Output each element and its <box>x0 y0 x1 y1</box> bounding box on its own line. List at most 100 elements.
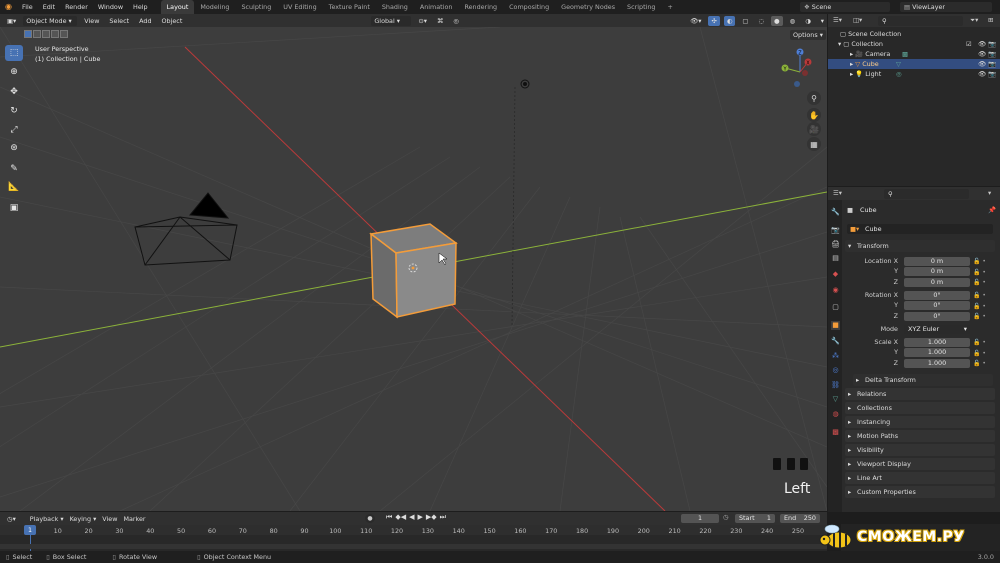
prev-keyframe-icon[interactable]: ◆◀ <box>395 513 406 522</box>
mode-dropdown[interactable]: Object Mode ▾ <box>23 15 78 26</box>
timeline-body[interactable]: 10 20 30 40 50 60 70 80 90 100 110 120 130 140 150 160 1… <box>0 525 827 551</box>
lock-icon[interactable]: 🔓 • <box>973 359 986 370</box>
menu-keying[interactable]: Keying ▾ <box>67 514 100 524</box>
lock-icon[interactable]: 🔓 • <box>973 349 986 360</box>
tab-rendering[interactable]: Rendering <box>458 0 503 14</box>
tab-texture-paint[interactable]: Texture Paint <box>323 0 376 14</box>
menu-render[interactable]: Render <box>60 0 93 14</box>
move-tool-icon[interactable]: ✥ <box>5 84 23 100</box>
select-subtract-icon[interactable] <box>42 30 50 38</box>
outliner-search-field[interactable]: ⚲ <box>878 15 963 26</box>
pan-hand-icon[interactable]: ✋ <box>807 108 821 122</box>
outliner-editor-icon[interactable]: ☰▾ <box>833 16 842 24</box>
tab-shading[interactable]: Shading <box>376 0 414 14</box>
rotation-y-field[interactable]: 0° <box>904 301 970 310</box>
hide-eye-icon[interactable]: 👁 <box>978 69 986 79</box>
xray-icon[interactable]: ▢ <box>739 16 751 26</box>
start-frame-field[interactable]: Start 1 <box>735 514 775 523</box>
delta-transform-subpanel[interactable]: ▸ Delta Transform <box>853 374 993 386</box>
tab-scripting[interactable]: Scripting <box>621 0 661 14</box>
outliner-scene-collection[interactable]: ▢ Scene Collection <box>828 29 1000 39</box>
grid-perspective-icon[interactable]: ▦ <box>807 137 821 151</box>
jump-start-icon[interactable]: ⏮ <box>386 513 392 522</box>
material-shading-icon[interactable]: ◍ <box>787 16 799 26</box>
outliner-row-collection[interactable]: ▾ ▢ Collection ☑ 👁 📷 <box>828 39 1000 49</box>
tab-geometry-nodes[interactable]: Geometry Nodes <box>555 0 621 14</box>
visibility-icon[interactable]: 👁▾ <box>687 16 704 26</box>
display-mode-icon[interactable]: ◫▾ <box>853 16 862 24</box>
hide-eye-icon[interactable]: 👁 <box>978 49 986 59</box>
rendered-shading-icon[interactable]: ◑ <box>802 16 814 26</box>
world-tab-icon[interactable]: ◉ <box>831 286 840 295</box>
annotate-tool-icon[interactable]: ✎ <box>5 161 23 177</box>
location-z-field[interactable]: 0 m <box>904 278 970 287</box>
render-camera-icon[interactable]: 📷 <box>988 49 996 59</box>
play-icon[interactable]: ▶ <box>417 513 422 522</box>
menu-timeline-view[interactable]: View <box>99 514 120 524</box>
tab-compositing[interactable]: Compositing <box>503 0 555 14</box>
rotation-x-field[interactable]: 0° <box>904 291 970 300</box>
render-camera-icon[interactable]: 📷 <box>988 69 996 79</box>
menu-view[interactable]: View <box>81 16 102 26</box>
pin-icon[interactable]: 📌 <box>988 206 996 214</box>
physics-tab-icon[interactable]: ◎ <box>831 366 840 375</box>
scale-y-field[interactable]: 1.000 <box>904 348 970 357</box>
location-y-field[interactable]: 0 m <box>904 267 970 276</box>
rotate-tool-icon[interactable]: ↻ <box>5 103 23 119</box>
record-button[interactable]: ● <box>365 514 375 523</box>
lock-icon[interactable]: 🔓 • <box>973 257 986 268</box>
add-workspace-button[interactable]: + <box>661 0 678 14</box>
panel-viewport-display[interactable]: ▸ Viewport Display <box>845 458 995 470</box>
current-frame-field[interactable]: 1 <box>681 514 719 523</box>
menu-help[interactable]: Help <box>128 0 153 14</box>
hide-eye-icon[interactable]: 👁 <box>978 59 986 69</box>
menu-window[interactable]: Window <box>93 0 128 14</box>
tool-tab-icon[interactable]: 🔧 <box>831 208 840 217</box>
panel-custom-properties[interactable]: ▸ Custom Properties <box>845 486 995 498</box>
object-name-field[interactable]: ■▾ Cube <box>847 224 993 234</box>
rotation-z-field[interactable]: 0° <box>904 312 970 321</box>
outliner-row-camera[interactable]: ▸ 🎥 Camera ▩ 👁 📷 <box>828 49 1000 59</box>
select-extend-icon[interactable] <box>33 30 41 38</box>
options-dropdown[interactable]: Options ▾ <box>790 30 826 40</box>
select-invert-icon[interactable] <box>51 30 59 38</box>
data-tab-icon[interactable]: ▽ <box>831 395 840 404</box>
transform-tool-icon[interactable]: ⊛ <box>5 140 23 156</box>
menu-file[interactable]: File <box>17 0 38 14</box>
orientation-dropdown[interactable]: Global ▾ <box>371 15 412 26</box>
panel-motion-paths[interactable]: ▸ Motion Paths <box>845 430 995 442</box>
render-camera-icon[interactable]: 📷 <box>988 39 996 49</box>
pivot-icon[interactable]: ⊙▾ <box>415 16 430 26</box>
scale-x-field[interactable]: 1.000 <box>904 338 970 347</box>
menu-object[interactable]: Object <box>159 16 186 26</box>
panel-relations[interactable]: ▸ Relations <box>845 388 995 400</box>
filter-icon[interactable]: ⏷▾ <box>970 16 978 25</box>
next-keyframe-icon[interactable]: ▶◆ <box>426 513 437 522</box>
outliner-row-cube[interactable]: ▸ ▽ Cube ▽ 👁 📷 <box>828 59 1000 69</box>
tab-modeling[interactable]: Modeling <box>194 0 235 14</box>
transform-panel-header[interactable]: ▾ Transform <box>845 240 995 252</box>
lock-icon[interactable]: 🔓 • <box>973 302 986 313</box>
end-frame-field[interactable]: End 250 <box>780 514 820 523</box>
menu-add[interactable]: Add <box>136 16 154 26</box>
lock-icon[interactable]: 🔓 • <box>973 268 986 279</box>
properties-search-field[interactable]: ⚲ <box>884 188 969 199</box>
location-x-field[interactable]: 0 m <box>904 257 970 266</box>
snap-icon[interactable]: ⌘ <box>434 16 446 26</box>
timeline-editor-icon[interactable]: ◷▾ <box>4 514 19 524</box>
add-cube-tool-icon[interactable]: ▣ <box>5 200 23 216</box>
lock-icon[interactable]: 🔓 • <box>973 291 986 302</box>
playhead[interactable]: 1 <box>24 525 36 535</box>
view-layer-tab-icon[interactable]: ▤ <box>831 254 840 263</box>
wireframe-shading-icon[interactable]: ◌ <box>755 16 767 26</box>
measure-tool-icon[interactable]: 📐 <box>5 179 23 195</box>
tab-animation[interactable]: Animation <box>414 0 459 14</box>
preview-range-icon[interactable]: ◷ <box>723 513 729 521</box>
menu-select[interactable]: Select <box>106 16 132 26</box>
viewlayer-selector[interactable]: ▤ ViewLayer <box>900 2 992 12</box>
menu-playback[interactable]: Playback ▾ <box>27 514 67 524</box>
zoom-icon[interactable]: ⚲ <box>807 91 821 105</box>
constraints-tab-icon[interactable]: ⛓ <box>831 381 840 390</box>
output-tab-icon[interactable]: 🖨 <box>831 240 840 249</box>
blender-logo-icon[interactable]: ◉ <box>0 0 17 14</box>
